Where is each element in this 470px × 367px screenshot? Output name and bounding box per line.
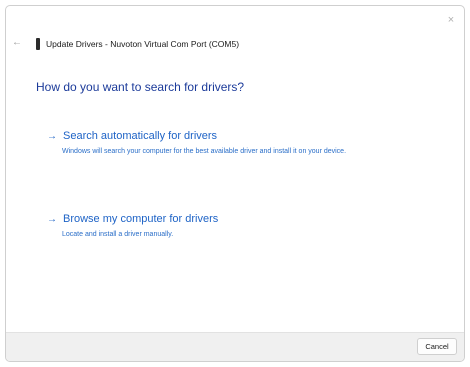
- right-arrow-icon: →: [47, 214, 57, 225]
- close-icon[interactable]: ×: [442, 12, 460, 28]
- option-description: Locate and install a driver manually.: [62, 231, 174, 238]
- dialog-footer: Cancel: [6, 332, 464, 361]
- option-description: Windows will search your computer for th…: [62, 148, 347, 155]
- cancel-button[interactable]: Cancel: [417, 338, 457, 355]
- option-title[interactable]: Browse my computer for drivers: [63, 213, 218, 226]
- search-automatically-option[interactable]: → Search automatically for drivers Windo…: [47, 130, 407, 157]
- device-icon: [36, 38, 40, 50]
- option-title[interactable]: Search automatically for drivers: [63, 130, 217, 143]
- option-title-row: → Search automatically for drivers: [47, 130, 407, 143]
- browse-computer-option[interactable]: → Browse my computer for drivers Locate …: [47, 213, 407, 240]
- update-drivers-dialog: × ← Update Drivers - Nuvoton Virtual Com…: [5, 5, 465, 362]
- page-heading: How do you want to search for drivers?: [36, 80, 245, 94]
- right-arrow-icon: →: [47, 131, 57, 142]
- dialog-title: Update Drivers - Nuvoton Virtual Com Por…: [46, 39, 240, 49]
- option-title-row: → Browse my computer for drivers: [47, 213, 407, 226]
- back-arrow-icon[interactable]: ←: [12, 37, 22, 49]
- dialog-title-row: Update Drivers - Nuvoton Virtual Com Por…: [36, 38, 239, 50]
